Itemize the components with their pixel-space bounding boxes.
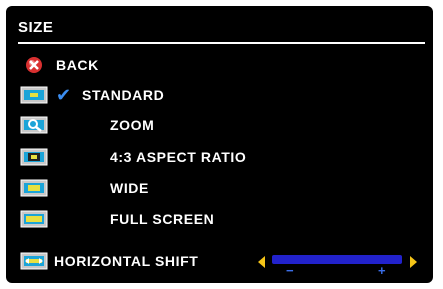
selected-checkmark-icon: ✔: [56, 85, 72, 105]
menu-item-label: BACK: [56, 57, 99, 73]
slider-plus-label: +: [378, 263, 386, 278]
aspect-ratio-icon: [20, 148, 48, 166]
back-icon: [26, 57, 42, 73]
zoom-icon: [20, 116, 48, 134]
osd-menu-panel: SIZE BACK ✔ STANDARD ZOOM 4:3 ASPECT RAT…: [6, 6, 433, 283]
menu-item-label: ZOOM: [110, 117, 155, 133]
menu-item-label: HORIZONTAL SHIFT: [54, 253, 199, 269]
standard-screen-icon: [20, 86, 48, 104]
wide-screen-icon: [20, 179, 48, 197]
full-screen-icon: [20, 210, 48, 228]
menu-item-label: WIDE: [110, 180, 149, 196]
horizontal-shift-icon: [20, 252, 48, 270]
menu-title: SIZE: [18, 19, 54, 36]
menu-item-label: FULL SCREEN: [110, 211, 215, 227]
horizontal-shift-slider[interactable]: − +: [258, 249, 420, 283]
slider-increase-arrow-icon[interactable]: [410, 256, 417, 268]
menu-item-label: STANDARD: [82, 87, 165, 103]
title-divider: [18, 42, 425, 44]
slider-decrease-arrow-icon[interactable]: [258, 256, 265, 268]
slider-minus-label: −: [286, 263, 294, 278]
menu-item-label: 4:3 ASPECT RATIO: [110, 149, 247, 165]
